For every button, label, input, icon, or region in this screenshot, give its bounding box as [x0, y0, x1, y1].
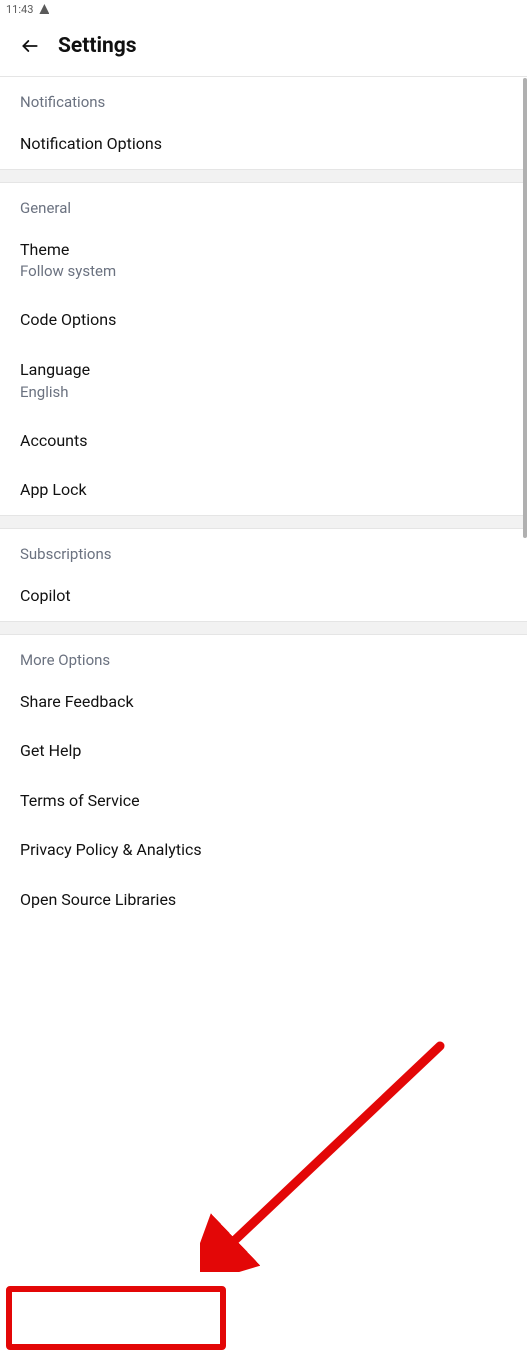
row-value: Follow system — [20, 261, 507, 281]
row-label: Open Source Libraries — [20, 889, 507, 911]
row-label: Code Options — [20, 309, 507, 331]
arrow-icon — [200, 1040, 450, 1272]
row-label: Language — [20, 359, 507, 381]
section-gap — [0, 169, 527, 183]
row-privacy-policy[interactable]: Privacy Policy & Analytics — [0, 825, 527, 875]
row-accounts[interactable]: Accounts — [0, 416, 527, 466]
back-icon[interactable] — [20, 36, 40, 56]
row-app-lock[interactable]: App Lock — [0, 465, 527, 515]
header: Settings — [0, 18, 527, 76]
row-get-help[interactable]: Get Help — [0, 726, 527, 776]
row-label: Accounts — [20, 430, 507, 452]
row-label: Theme — [20, 239, 507, 261]
section-title-general: General — [0, 183, 527, 225]
notification-icon — [39, 4, 49, 14]
row-theme[interactable]: Theme Follow system — [0, 225, 527, 296]
section-gap — [0, 621, 527, 635]
row-open-source[interactable]: Open Source Libraries — [0, 875, 527, 925]
status-bar: 11:43 — [0, 0, 527, 18]
row-notification-options[interactable]: Notification Options — [0, 119, 527, 169]
page-title: Settings — [58, 34, 137, 58]
row-terms-of-service[interactable]: Terms of Service — [0, 776, 527, 826]
row-label: Share Feedback — [20, 691, 507, 713]
row-language[interactable]: Language English — [0, 345, 527, 416]
row-value: English — [20, 382, 507, 402]
section-title-notifications: Notifications — [0, 77, 527, 119]
section-title-subscriptions: Subscriptions — [0, 529, 527, 571]
row-copilot[interactable]: Copilot — [0, 571, 527, 621]
row-label: Privacy Policy & Analytics — [20, 839, 507, 861]
row-label: Copilot — [20, 585, 507, 607]
row-code-options[interactable]: Code Options — [0, 295, 527, 345]
highlight-box — [6, 1286, 226, 1350]
scroll-indicator[interactable] — [523, 78, 527, 538]
row-label: App Lock — [20, 479, 507, 501]
row-label: Terms of Service — [20, 790, 507, 812]
section-gap — [0, 515, 527, 529]
row-label: Notification Options — [20, 133, 507, 155]
section-title-more: More Options — [0, 635, 527, 677]
row-label: Get Help — [20, 740, 507, 762]
status-time: 11:43 — [6, 3, 33, 16]
row-share-feedback[interactable]: Share Feedback — [0, 677, 527, 727]
